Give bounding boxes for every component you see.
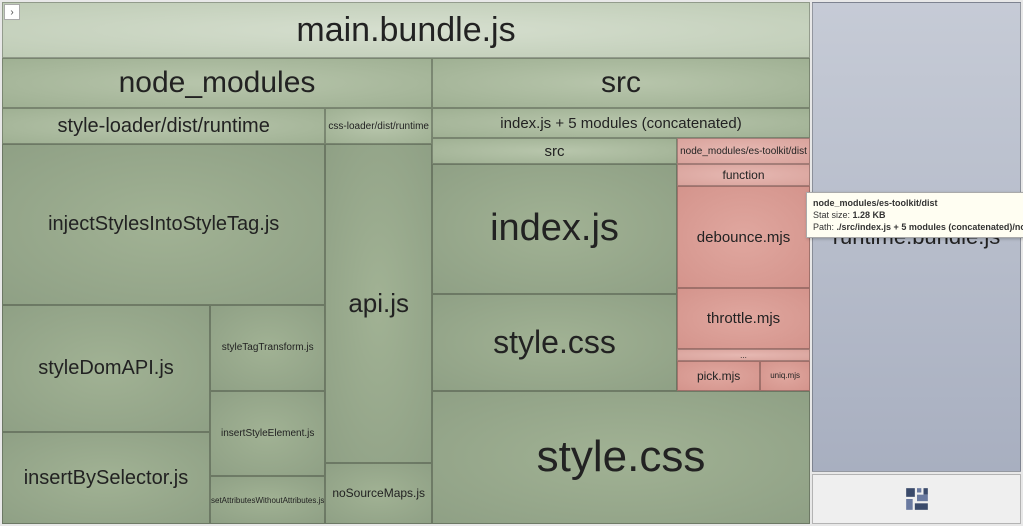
style-css-inner-label: style.css xyxy=(493,324,616,361)
right-pane: runtime.bundle.js node_modules/es-toolki… xyxy=(812,2,1021,524)
uniq-node[interactable]: uniq.mjs xyxy=(760,361,810,390)
throttle-label: throttle.mjs xyxy=(707,310,780,327)
es-toolkit-ellipsis[interactable]: ... xyxy=(677,349,810,361)
style-loader-runtime-node[interactable]: style-loader/dist/runtime xyxy=(2,108,325,144)
pick-node[interactable]: pick.mjs xyxy=(677,361,760,390)
insert-style-element-label: insertStyleElement.js xyxy=(221,428,314,439)
concat-group: index.js + 5 modules (concatenated) src … xyxy=(432,108,810,391)
tooltip-title: node_modules/es-toolkit/dist xyxy=(813,198,938,208)
node-modules-title-label: node_modules xyxy=(119,66,316,100)
insert-by-selector-node[interactable]: insertBySelector.js xyxy=(2,432,210,524)
style-dom-api-node[interactable]: styleDomAPI.js xyxy=(2,305,210,432)
foamtree-logo-cell[interactable] xyxy=(812,474,1021,524)
insert-by-selector-label: insertBySelector.js xyxy=(24,467,189,490)
main-bundle-pane: main.bundle.js node_modules style-loader… xyxy=(2,2,810,524)
hover-tooltip: node_modules/es-toolkit/dist Stat size: … xyxy=(806,192,1023,238)
node-modules-title[interactable]: node_modules xyxy=(2,58,432,108)
sidebar-toggle[interactable]: › xyxy=(4,4,20,20)
tooltip-path-label: Path: xyxy=(813,222,834,232)
concat-title-node[interactable]: index.js + 5 modules (concatenated) xyxy=(432,108,810,138)
uniq-label: uniq.mjs xyxy=(770,371,800,380)
debounce-node[interactable]: debounce.mjs xyxy=(677,186,810,288)
src-title-label: src xyxy=(601,66,641,100)
throttle-node[interactable]: throttle.mjs xyxy=(677,288,810,349)
style-tag-transform-node[interactable]: styleTagTransform.js xyxy=(210,305,325,390)
style-css-inner-node[interactable]: style.css xyxy=(432,294,677,391)
css-loader-runtime-node[interactable]: css-loader/dist/runtime xyxy=(325,108,432,144)
es-toolkit-dist-label: node_modules/es-toolkit/dist xyxy=(680,146,807,157)
api-js-label: api.js xyxy=(348,288,409,319)
src-title[interactable]: src xyxy=(432,58,810,108)
tooltip-size-label: Stat size: xyxy=(813,210,850,220)
debounce-label: debounce.mjs xyxy=(697,229,790,246)
src-inner-title-label: src xyxy=(545,143,565,160)
set-attributes-label: setAttributesWithoutAttributes.js xyxy=(211,496,324,505)
es-toolkit-dist-title[interactable]: node_modules/es-toolkit/dist xyxy=(677,138,810,164)
inject-styles-node[interactable]: injectStylesIntoStyleTag.js xyxy=(2,144,325,305)
style-dom-api-label: styleDomAPI.js xyxy=(38,357,174,380)
main-bundle-title-label: main.bundle.js xyxy=(296,11,515,50)
app-root: › main.bundle.js node_modules style-load… xyxy=(0,0,1023,526)
concat-title-label: index.js + 5 modules (concatenated) xyxy=(500,115,741,132)
tooltip-path-value: ./src/index.js + 5 modules (concatenated… xyxy=(837,222,1023,232)
pick-label: pick.mjs xyxy=(697,369,740,383)
es-toolkit-function-title[interactable]: function xyxy=(677,164,810,186)
src-inner-title-node[interactable]: src xyxy=(432,138,677,164)
style-css-outer-label: style.css xyxy=(537,432,706,482)
src-group: src index.js + 5 modules (concatenated) … xyxy=(432,58,810,524)
style-loader-runtime-label: style-loader/dist/runtime xyxy=(58,115,270,138)
api-js-node[interactable]: api.js xyxy=(325,144,432,463)
node-modules-group: node_modules style-loader/dist/runtime i… xyxy=(2,58,432,524)
css-loader-runtime-label: css-loader/dist/runtime xyxy=(328,121,429,132)
tooltip-size-value: 1.28 KB xyxy=(853,210,886,220)
style-tag-transform-label: styleTagTransform.js xyxy=(222,342,314,353)
no-source-maps-label: noSourceMaps.js xyxy=(332,486,425,500)
es-toolkit-ellipsis-label: ... xyxy=(740,351,747,360)
no-source-maps-node[interactable]: noSourceMaps.js xyxy=(325,463,432,524)
index-js-label: index.js xyxy=(490,207,619,250)
index-js-node[interactable]: index.js xyxy=(432,164,677,294)
foamtree-logo-icon xyxy=(904,486,930,512)
set-attributes-node[interactable]: setAttributesWithoutAttributes.js xyxy=(210,476,325,524)
es-toolkit-function-label: function xyxy=(722,168,764,182)
main-bundle-title[interactable]: main.bundle.js xyxy=(2,2,810,58)
inject-styles-label: injectStylesIntoStyleTag.js xyxy=(48,213,279,236)
insert-style-element-node[interactable]: insertStyleElement.js xyxy=(210,391,325,476)
style-css-outer-node[interactable]: style.css xyxy=(432,391,810,524)
es-toolkit-group: node_modules/es-toolkit/dist function de… xyxy=(677,138,810,391)
